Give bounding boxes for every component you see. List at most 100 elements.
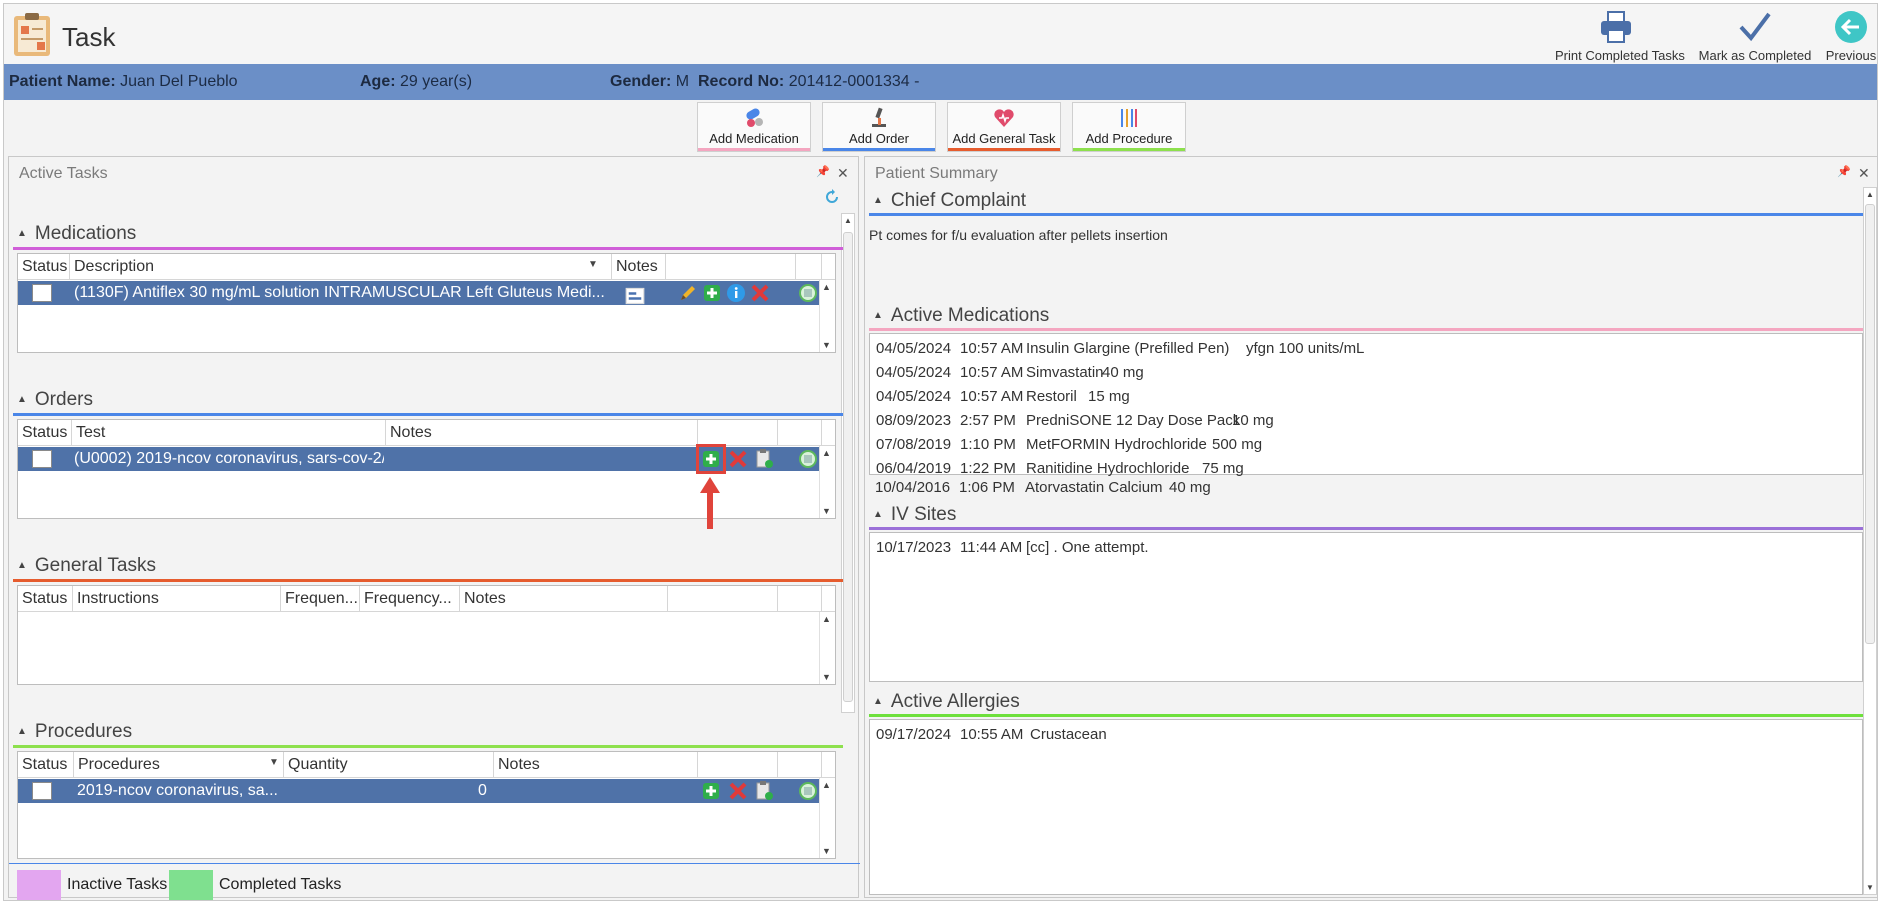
column-header-frequency-unit[interactable]: Frequency... — [360, 586, 460, 612]
inactive-swatch — [17, 870, 61, 900]
task-window: Task Print Completed Tasks Mark as Compl… — [3, 3, 1878, 901]
pin-icon[interactable]: 📌 — [816, 165, 830, 178]
scroll-down-icon[interactable]: ▼ — [822, 672, 831, 682]
column-header-extra — [796, 254, 822, 280]
scroll-thumb[interactable] — [843, 232, 853, 702]
column-header-notes[interactable]: Notes — [612, 254, 666, 280]
chief-complaint-text: Pt comes for f/u evaluation after pellet… — [869, 227, 1168, 243]
scroll-up-icon[interactable]: ▲ — [844, 216, 852, 225]
active-allergies-heading: Active Allergies — [890, 691, 1020, 712]
column-header-instructions[interactable]: Instructions — [73, 586, 281, 612]
printer-icon — [1601, 11, 1631, 43]
scroll-up-icon[interactable]: ▲ — [822, 448, 831, 458]
previous-button[interactable]: Previous — [1823, 10, 1879, 63]
scroll-up-icon[interactable]: ▲ — [822, 282, 831, 292]
column-header-status[interactable]: Status — [18, 752, 74, 778]
general-tasks-heading: General Tasks — [34, 555, 157, 576]
procedure-row[interactable]: 2019-ncov coronavirus, sa... 0 — [18, 779, 822, 803]
surgical-tools-icon — [1121, 109, 1137, 127]
add-general-task-button[interactable]: Add General Task — [947, 102, 1061, 152]
scroll-down-icon[interactable]: ▼ — [822, 506, 831, 516]
refresh-icon[interactable] — [824, 189, 840, 205]
scroll-up-icon[interactable]: ▲ — [822, 614, 831, 624]
delete-x-icon[interactable] — [750, 283, 770, 303]
general-tasks-section-header[interactable]: ▲ General Tasks — [17, 555, 156, 577]
active-medications-section-header[interactable]: ▲ Active Medications — [873, 305, 1049, 327]
orders-grid-scrollbar[interactable]: ▲ ▼ — [819, 446, 835, 518]
iv-sites-divider — [869, 527, 1863, 530]
scroll-up-icon[interactable]: ▲ — [822, 780, 831, 790]
patient-info-bar: Patient Name: Juan Del Pueblo Age: 29 ye… — [4, 64, 1877, 100]
order-accent-bar — [823, 148, 935, 151]
scroll-up-icon[interactable]: ▲ — [1866, 190, 1874, 199]
iv-sites-list: 10/17/2023 11:44 AM [cc] . One attempt. — [869, 532, 1863, 682]
info-icon[interactable] — [726, 283, 746, 303]
orders-section-header[interactable]: ▲ Orders — [17, 389, 93, 411]
active-allergies-divider — [869, 714, 1863, 717]
column-header-test[interactable]: Test — [72, 420, 386, 446]
scroll-down-icon[interactable]: ▼ — [822, 846, 831, 856]
medications-heading: Medications — [34, 223, 137, 244]
completed-tasks-label: Completed Tasks — [219, 876, 342, 893]
add-order-label: Add Order — [849, 131, 909, 146]
add-medication-button[interactable]: Add Medication — [697, 102, 811, 152]
add-procedure-button[interactable]: Add Procedure — [1072, 102, 1186, 152]
clipboard-add-icon[interactable] — [754, 449, 774, 469]
patient-gender: Gender: M — [610, 73, 690, 90]
column-header-description[interactable]: Description — [70, 254, 612, 280]
active-tasks-scrollbar[interactable]: ▲ — [841, 213, 855, 713]
edit-pencil-icon[interactable] — [678, 283, 698, 303]
history-icon[interactable] — [798, 283, 818, 303]
active-allergies-section-header[interactable]: ▲ Active Allergies — [873, 691, 1020, 713]
iv-sites-section-header[interactable]: ▲ IV Sites — [873, 504, 956, 526]
mark-as-completed-button[interactable]: Mark as Completed — [1695, 10, 1815, 63]
add-icon[interactable] — [701, 781, 721, 801]
column-header-frequency[interactable]: Frequen... — [281, 586, 360, 612]
note-icon[interactable] — [625, 286, 645, 306]
history-icon[interactable] — [798, 781, 818, 801]
general-tasks-grid-scrollbar[interactable]: ▲ ▼ — [819, 612, 835, 684]
collapse-caret-icon: ▲ — [873, 310, 883, 322]
sort-dropdown-icon[interactable]: ▼ — [588, 259, 598, 270]
close-icon[interactable]: ✕ — [1858, 165, 1870, 182]
scroll-down-icon[interactable]: ▼ — [1866, 883, 1874, 892]
clipboard-add-icon[interactable] — [754, 781, 774, 801]
sort-dropdown-icon[interactable]: ▼ — [269, 757, 279, 768]
scroll-thumb[interactable] — [1865, 204, 1875, 644]
procedures-grid-scrollbar[interactable]: ▲ ▼ — [819, 778, 835, 858]
column-header-status[interactable]: Status — [18, 586, 73, 612]
orders-grid: Status Test Notes (U0002) 2019-ncov coro… — [17, 419, 836, 529]
column-header-status[interactable]: Status — [18, 420, 72, 446]
delete-x-icon[interactable] — [728, 449, 748, 469]
status-checkbox[interactable] — [32, 450, 52, 468]
add-order-button[interactable]: Add Order — [822, 102, 936, 152]
order-row[interactable]: (U0002) 2019-ncov coronavirus, sars-cov-… — [18, 444, 822, 474]
medications-grid-scrollbar[interactable]: ▲ ▼ — [819, 280, 835, 352]
chief-complaint-heading: Chief Complaint — [890, 190, 1027, 211]
delete-x-icon[interactable] — [728, 781, 748, 801]
column-header-status[interactable]: Status — [18, 254, 70, 280]
procedure-accent-bar — [1073, 148, 1185, 151]
procedures-divider — [13, 745, 843, 748]
pills-icon — [746, 108, 763, 127]
medications-section-header[interactable]: ▲ Medications — [17, 223, 136, 245]
column-header-notes[interactable]: Notes — [494, 752, 698, 778]
column-header-procedures[interactable]: Procedures — [74, 752, 284, 778]
column-header-notes[interactable]: Notes — [386, 420, 698, 446]
pin-icon[interactable]: 📌 — [1837, 165, 1851, 178]
general-accent-bar — [948, 148, 1060, 151]
status-checkbox[interactable] — [32, 284, 52, 302]
close-icon[interactable]: ✕ — [837, 165, 849, 182]
add-icon[interactable] — [701, 449, 721, 469]
column-header-notes[interactable]: Notes — [460, 586, 668, 612]
procedures-section-header[interactable]: ▲ Procedures — [17, 721, 132, 743]
print-completed-tasks-button[interactable]: Print Completed Tasks — [1555, 10, 1685, 63]
chief-complaint-section-header[interactable]: ▲ Chief Complaint — [873, 190, 1026, 212]
column-header-quantity[interactable]: Quantity — [284, 752, 494, 778]
add-icon[interactable] — [702, 283, 722, 303]
status-checkbox[interactable] — [32, 782, 52, 800]
summary-scrollbar[interactable]: ▲ ▼ — [1863, 187, 1877, 895]
history-icon[interactable] — [798, 449, 818, 469]
scroll-down-icon[interactable]: ▼ — [822, 340, 831, 350]
medication-row[interactable]: (1130F) Antiflex 30 mg/mL solution INTRA… — [18, 281, 822, 305]
